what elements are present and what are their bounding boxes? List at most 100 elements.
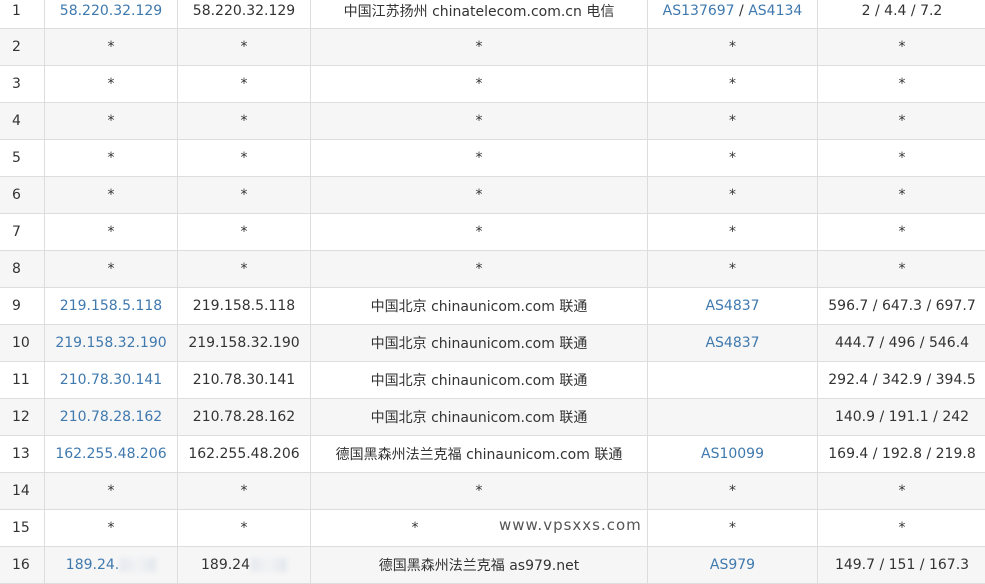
- ip-link[interactable]: 162.255.48.206: [55, 446, 166, 462]
- hop-number: 3: [0, 66, 45, 103]
- location-cell: 中国江苏扬州 chinatelecom.com.cn 电信: [311, 0, 648, 29]
- location-cell: *: [311, 177, 648, 214]
- hostname-cell: 162.255.48.206: [178, 436, 311, 473]
- ip-cell: *: [45, 177, 178, 214]
- hop-number: 8: [0, 251, 45, 288]
- time-cell: *: [818, 214, 985, 251]
- ip-link[interactable]: 58.220.32.129: [60, 3, 162, 19]
- as-link[interactable]: AS979: [710, 557, 755, 573]
- table-row: 2 * * * * *: [0, 29, 985, 66]
- as-cell: *: [648, 214, 818, 251]
- ip-cell: 58.220.32.129: [45, 0, 178, 29]
- location-cell: *: [311, 473, 648, 510]
- hop-number: 11: [0, 362, 45, 399]
- hop-number: 7: [0, 214, 45, 251]
- as-cell: AS10099: [648, 436, 818, 473]
- ip-link[interactable]: 210.78.28.162: [60, 409, 162, 425]
- location-cell: 德国黑森州法兰克福 as979.net: [311, 547, 648, 584]
- time-cell: 149.7 / 151 / 167.3: [818, 547, 985, 584]
- hostname-cell: *: [178, 103, 311, 140]
- as-separator: /: [735, 3, 749, 19]
- time-cell: *: [818, 510, 985, 547]
- ip-link[interactable]: 219.158.5.118: [60, 298, 162, 314]
- hop-number: 2: [0, 29, 45, 66]
- table-row: 11 210.78.30.141 210.78.30.141 中国北京 chin…: [0, 362, 985, 399]
- as-cell: *: [648, 140, 818, 177]
- hop-number: 10: [0, 325, 45, 362]
- hop-number: 4: [0, 103, 45, 140]
- hostname-cell: *: [178, 29, 311, 66]
- ip-cell: *: [45, 103, 178, 140]
- location-cell: *: [311, 66, 648, 103]
- as-cell: [648, 362, 818, 399]
- hostname-cell: 210.78.28.162: [178, 399, 311, 436]
- as-cell: *: [648, 177, 818, 214]
- hostname-cell: 58.220.32.129: [178, 0, 311, 29]
- table-row: 8 * * * * *: [0, 251, 985, 288]
- time-cell: 596.7 / 647.3 / 697.7: [818, 288, 985, 325]
- ip-cell: 219.158.5.118: [45, 288, 178, 325]
- table-row: 14 * * * * *: [0, 473, 985, 510]
- ip-cell: *: [45, 214, 178, 251]
- location-cell: 中国北京 chinaunicom.com 联通: [311, 399, 648, 436]
- hostname-cell: *: [178, 251, 311, 288]
- location-cell: *: [311, 510, 648, 547]
- hostname-cell: *: [178, 473, 311, 510]
- ip-link[interactable]: 219.158.32.190: [55, 335, 166, 351]
- ip-cell: 210.78.28.162: [45, 399, 178, 436]
- ip-cell: *: [45, 140, 178, 177]
- table-row: 15 * * * * *: [0, 510, 985, 547]
- hop-number: 6: [0, 177, 45, 214]
- hostname-cell: *: [178, 510, 311, 547]
- time-cell: *: [818, 140, 985, 177]
- as-cell: *: [648, 510, 818, 547]
- time-cell: *: [818, 103, 985, 140]
- hop-number: 13: [0, 436, 45, 473]
- hop-number: 14: [0, 473, 45, 510]
- ip-cell: 210.78.30.141: [45, 362, 178, 399]
- table-row: 16 189.24. 189.24 德国黑森州法兰克福 as979.net AS…: [0, 547, 985, 584]
- time-cell: *: [818, 473, 985, 510]
- hop-number: 15: [0, 510, 45, 547]
- time-cell: 140.9 / 191.1 / 242: [818, 399, 985, 436]
- as-cell: *: [648, 473, 818, 510]
- hostname-cell: 219.158.32.190: [178, 325, 311, 362]
- ip-cell: 189.24.: [45, 547, 178, 584]
- location-cell: *: [311, 140, 648, 177]
- redacted-hostname-blur: [251, 558, 287, 572]
- as-link[interactable]: AS10099: [701, 446, 764, 462]
- hostname-cell: 189.24: [178, 547, 311, 584]
- ip-cell: 219.158.32.190: [45, 325, 178, 362]
- table-row: 10 219.158.32.190 219.158.32.190 中国北京 ch…: [0, 325, 985, 362]
- ip-cell: *: [45, 510, 178, 547]
- as-cell: AS137697 / AS4134: [648, 0, 818, 29]
- table-row: 5 * * * * *: [0, 140, 985, 177]
- hostname-cell: *: [178, 66, 311, 103]
- time-cell: 169.4 / 192.8 / 219.8: [818, 436, 985, 473]
- location-cell: *: [311, 251, 648, 288]
- ip-link[interactable]: 210.78.30.141: [60, 372, 162, 388]
- as-cell: AS4837: [648, 325, 818, 362]
- location-cell: *: [311, 214, 648, 251]
- time-cell: 444.7 / 496 / 546.4: [818, 325, 985, 362]
- as-cell: *: [648, 66, 818, 103]
- as-link[interactable]: AS4134: [748, 3, 802, 19]
- as-link[interactable]: AS4837: [705, 335, 759, 351]
- time-cell: *: [818, 177, 985, 214]
- table-row: 4 * * * * *: [0, 103, 985, 140]
- as-cell: AS979: [648, 547, 818, 584]
- ip-link[interactable]: 189.24.: [66, 557, 119, 573]
- redacted-ip-blur: [120, 558, 156, 572]
- hostname-cell: *: [178, 140, 311, 177]
- hostname-cell: *: [178, 177, 311, 214]
- location-cell: 中国北京 chinaunicom.com 联通: [311, 362, 648, 399]
- hostname-cell: 219.158.5.118: [178, 288, 311, 325]
- time-cell: 292.4 / 342.9 / 394.5: [818, 362, 985, 399]
- as-link[interactable]: AS137697: [663, 3, 735, 19]
- hop-number: 1: [0, 0, 45, 29]
- time-cell: *: [818, 29, 985, 66]
- table-row: 6 * * * * *: [0, 177, 985, 214]
- as-link[interactable]: AS4837: [705, 298, 759, 314]
- hop-number: 12: [0, 399, 45, 436]
- hop-number: 9: [0, 288, 45, 325]
